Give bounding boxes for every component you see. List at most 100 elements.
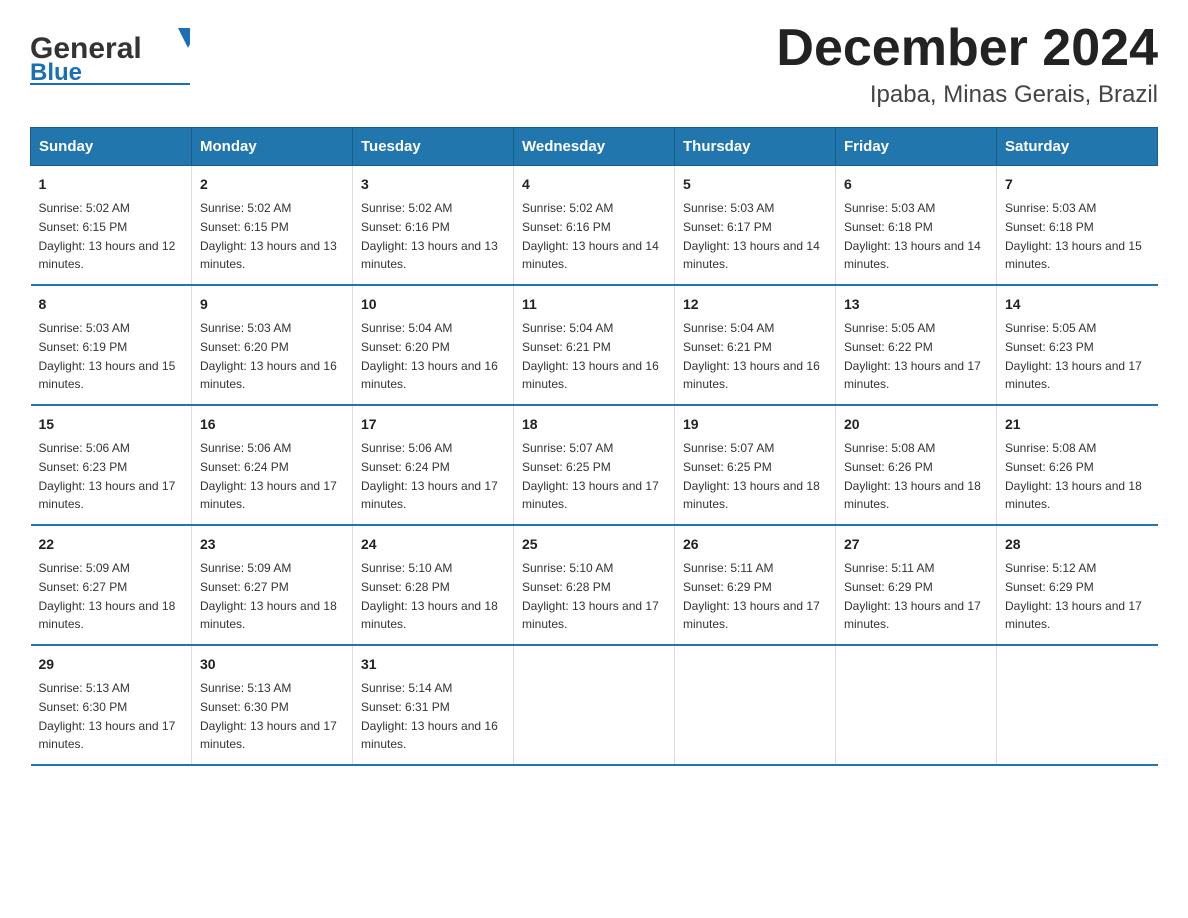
- calendar-cell: 5 Sunrise: 5:03 AMSunset: 6:17 PMDayligh…: [675, 166, 836, 286]
- day-info: Sunrise: 5:06 AMSunset: 6:23 PMDaylight:…: [39, 441, 176, 511]
- calendar-cell: 10 Sunrise: 5:04 AMSunset: 6:20 PMDaylig…: [353, 285, 514, 405]
- calendar-cell: [675, 645, 836, 765]
- calendar-cell: 24 Sunrise: 5:10 AMSunset: 6:28 PMDaylig…: [353, 525, 514, 645]
- day-info: Sunrise: 5:10 AMSunset: 6:28 PMDaylight:…: [361, 561, 498, 631]
- calendar-cell: 17 Sunrise: 5:06 AMSunset: 6:24 PMDaylig…: [353, 405, 514, 525]
- day-info: Sunrise: 5:08 AMSunset: 6:26 PMDaylight:…: [844, 441, 981, 511]
- day-number: 10: [361, 294, 505, 315]
- page-header: General Blue December 2024 Ipaba, Minas …: [30, 20, 1158, 109]
- weekday-header: Friday: [836, 128, 997, 166]
- day-info: Sunrise: 5:05 AMSunset: 6:22 PMDaylight:…: [844, 321, 981, 391]
- day-number: 3: [361, 174, 505, 195]
- day-number: 31: [361, 654, 505, 675]
- day-number: 26: [683, 534, 827, 555]
- day-info: Sunrise: 5:14 AMSunset: 6:31 PMDaylight:…: [361, 681, 498, 751]
- calendar-cell: 15 Sunrise: 5:06 AMSunset: 6:23 PMDaylig…: [31, 405, 192, 525]
- day-info: Sunrise: 5:08 AMSunset: 6:26 PMDaylight:…: [1005, 441, 1142, 511]
- day-info: Sunrise: 5:03 AMSunset: 6:18 PMDaylight:…: [1005, 201, 1142, 271]
- day-number: 24: [361, 534, 505, 555]
- day-number: 13: [844, 294, 988, 315]
- day-info: Sunrise: 5:02 AMSunset: 6:15 PMDaylight:…: [39, 201, 176, 271]
- weekday-header: Sunday: [31, 128, 192, 166]
- calendar-cell: 26 Sunrise: 5:11 AMSunset: 6:29 PMDaylig…: [675, 525, 836, 645]
- weekday-header-row: SundayMondayTuesdayWednesdayThursdayFrid…: [31, 128, 1158, 166]
- day-info: Sunrise: 5:04 AMSunset: 6:21 PMDaylight:…: [683, 321, 820, 391]
- calendar-week-row: 8 Sunrise: 5:03 AMSunset: 6:19 PMDayligh…: [31, 285, 1158, 405]
- calendar-cell: 30 Sunrise: 5:13 AMSunset: 6:30 PMDaylig…: [192, 645, 353, 765]
- weekday-header: Tuesday: [353, 128, 514, 166]
- page-subtitle: Ipaba, Minas Gerais, Brazil: [776, 81, 1158, 109]
- day-info: Sunrise: 5:07 AMSunset: 6:25 PMDaylight:…: [522, 441, 659, 511]
- weekday-header: Saturday: [997, 128, 1158, 166]
- calendar-cell: 25 Sunrise: 5:10 AMSunset: 6:28 PMDaylig…: [514, 525, 675, 645]
- day-info: Sunrise: 5:11 AMSunset: 6:29 PMDaylight:…: [844, 561, 981, 631]
- calendar-week-row: 22 Sunrise: 5:09 AMSunset: 6:27 PMDaylig…: [31, 525, 1158, 645]
- day-info: Sunrise: 5:03 AMSunset: 6:20 PMDaylight:…: [200, 321, 337, 391]
- svg-text:Blue: Blue: [30, 59, 82, 85]
- calendar-cell: 6 Sunrise: 5:03 AMSunset: 6:18 PMDayligh…: [836, 166, 997, 286]
- calendar-cell: [997, 645, 1158, 765]
- calendar-cell: 21 Sunrise: 5:08 AMSunset: 6:26 PMDaylig…: [997, 405, 1158, 525]
- day-info: Sunrise: 5:02 AMSunset: 6:16 PMDaylight:…: [522, 201, 659, 271]
- calendar-cell: 9 Sunrise: 5:03 AMSunset: 6:20 PMDayligh…: [192, 285, 353, 405]
- weekday-header: Monday: [192, 128, 353, 166]
- calendar-cell: 13 Sunrise: 5:05 AMSunset: 6:22 PMDaylig…: [836, 285, 997, 405]
- day-info: Sunrise: 5:10 AMSunset: 6:28 PMDaylight:…: [522, 561, 659, 631]
- calendar-week-row: 29 Sunrise: 5:13 AMSunset: 6:30 PMDaylig…: [31, 645, 1158, 765]
- calendar-cell: 16 Sunrise: 5:06 AMSunset: 6:24 PMDaylig…: [192, 405, 353, 525]
- day-number: 6: [844, 174, 988, 195]
- day-number: 19: [683, 414, 827, 435]
- day-number: 5: [683, 174, 827, 195]
- calendar-week-row: 15 Sunrise: 5:06 AMSunset: 6:23 PMDaylig…: [31, 405, 1158, 525]
- calendar-cell: 4 Sunrise: 5:02 AMSunset: 6:16 PMDayligh…: [514, 166, 675, 286]
- calendar-cell: 31 Sunrise: 5:14 AMSunset: 6:31 PMDaylig…: [353, 645, 514, 765]
- day-info: Sunrise: 5:11 AMSunset: 6:29 PMDaylight:…: [683, 561, 820, 631]
- day-number: 4: [522, 174, 666, 195]
- day-info: Sunrise: 5:02 AMSunset: 6:15 PMDaylight:…: [200, 201, 337, 271]
- day-info: Sunrise: 5:06 AMSunset: 6:24 PMDaylight:…: [361, 441, 498, 511]
- day-info: Sunrise: 5:09 AMSunset: 6:27 PMDaylight:…: [200, 561, 337, 631]
- title-block: December 2024 Ipaba, Minas Gerais, Brazi…: [776, 20, 1158, 109]
- day-info: Sunrise: 5:04 AMSunset: 6:21 PMDaylight:…: [522, 321, 659, 391]
- page-title: December 2024: [776, 20, 1158, 77]
- day-number: 15: [39, 414, 184, 435]
- day-info: Sunrise: 5:04 AMSunset: 6:20 PMDaylight:…: [361, 321, 498, 391]
- calendar-cell: 12 Sunrise: 5:04 AMSunset: 6:21 PMDaylig…: [675, 285, 836, 405]
- calendar-cell: 8 Sunrise: 5:03 AMSunset: 6:19 PMDayligh…: [31, 285, 192, 405]
- calendar-cell: 22 Sunrise: 5:09 AMSunset: 6:27 PMDaylig…: [31, 525, 192, 645]
- day-number: 21: [1005, 414, 1150, 435]
- calendar-cell: [514, 645, 675, 765]
- day-number: 17: [361, 414, 505, 435]
- day-number: 18: [522, 414, 666, 435]
- day-info: Sunrise: 5:09 AMSunset: 6:27 PMDaylight:…: [39, 561, 176, 631]
- calendar-cell: 1 Sunrise: 5:02 AMSunset: 6:15 PMDayligh…: [31, 166, 192, 286]
- day-number: 7: [1005, 174, 1150, 195]
- day-number: 12: [683, 294, 827, 315]
- day-info: Sunrise: 5:03 AMSunset: 6:17 PMDaylight:…: [683, 201, 820, 271]
- calendar-cell: 3 Sunrise: 5:02 AMSunset: 6:16 PMDayligh…: [353, 166, 514, 286]
- day-number: 30: [200, 654, 344, 675]
- day-info: Sunrise: 5:13 AMSunset: 6:30 PMDaylight:…: [200, 681, 337, 751]
- day-number: 28: [1005, 534, 1150, 555]
- day-info: Sunrise: 5:07 AMSunset: 6:25 PMDaylight:…: [683, 441, 820, 511]
- day-number: 20: [844, 414, 988, 435]
- calendar-cell: 7 Sunrise: 5:03 AMSunset: 6:18 PMDayligh…: [997, 166, 1158, 286]
- calendar-week-row: 1 Sunrise: 5:02 AMSunset: 6:15 PMDayligh…: [31, 166, 1158, 286]
- day-number: 29: [39, 654, 184, 675]
- day-number: 2: [200, 174, 344, 195]
- calendar-cell: 19 Sunrise: 5:07 AMSunset: 6:25 PMDaylig…: [675, 405, 836, 525]
- calendar-table: SundayMondayTuesdayWednesdayThursdayFrid…: [30, 127, 1158, 766]
- weekday-header: Wednesday: [514, 128, 675, 166]
- day-number: 22: [39, 534, 184, 555]
- day-number: 9: [200, 294, 344, 315]
- day-number: 25: [522, 534, 666, 555]
- day-number: 23: [200, 534, 344, 555]
- day-info: Sunrise: 5:13 AMSunset: 6:30 PMDaylight:…: [39, 681, 176, 751]
- day-number: 16: [200, 414, 344, 435]
- calendar-cell: 18 Sunrise: 5:07 AMSunset: 6:25 PMDaylig…: [514, 405, 675, 525]
- day-number: 1: [39, 174, 184, 195]
- day-number: 8: [39, 294, 184, 315]
- logo-image: General Blue: [30, 20, 190, 90]
- calendar-cell: 27 Sunrise: 5:11 AMSunset: 6:29 PMDaylig…: [836, 525, 997, 645]
- day-info: Sunrise: 5:03 AMSunset: 6:19 PMDaylight:…: [39, 321, 176, 391]
